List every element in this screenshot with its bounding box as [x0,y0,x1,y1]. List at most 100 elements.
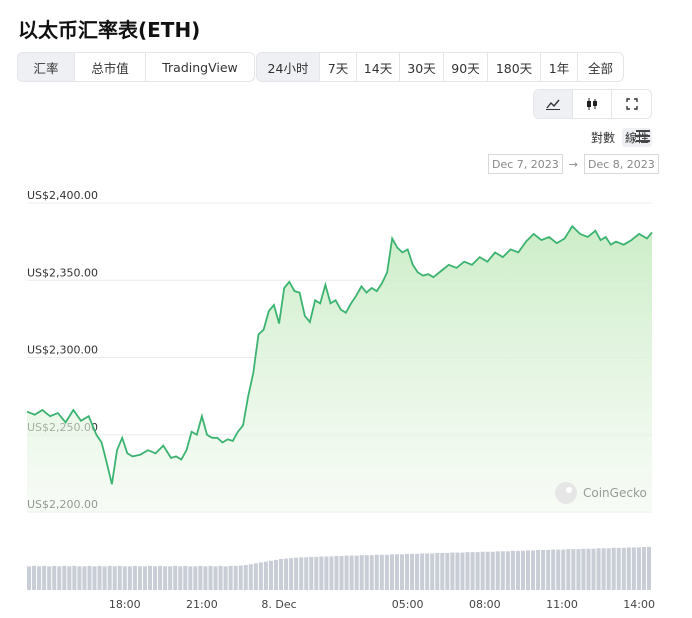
volume-bar [515,550,520,590]
volume-bar [536,550,541,590]
volume-bar [606,548,611,590]
volume-bar [475,552,480,590]
volume-bar [304,557,309,590]
volume-bar [153,566,158,590]
volume-bar [142,566,147,590]
volume-bar [611,547,616,590]
volume-bar [42,565,47,590]
volume-bar [450,552,455,590]
volume-bar [596,548,601,590]
volume-bar [369,555,374,590]
volume-bar [490,551,495,590]
volume-bar [112,566,117,590]
volume-bar [87,565,92,590]
x-axis-labels: 18:00 21:00 8. Dec 05:00 08:00 11:00 14:00 [109,598,655,611]
volume-bar [359,555,364,590]
volume-bar [102,566,107,590]
volume-bar [646,547,651,590]
volume-bar [208,565,213,590]
volume-bar [591,548,596,590]
volume-bar [440,553,445,590]
volume-bar [420,553,425,590]
volume-bar [556,549,561,590]
volume-bar [495,551,500,590]
volume-bar [168,566,173,590]
volume-bar [389,554,394,590]
x-tick-label: 8. Dec [261,598,296,611]
volume-bar [37,566,42,590]
volume-bar [47,566,52,590]
y-tick-label: US$2,400.00 [27,189,98,202]
volume-bar [289,558,294,590]
volume-bar [531,550,536,590]
volume-bar [405,553,410,590]
price-chart: US$2,400.00US$2,350.00US$2,300.00US$2,25… [26,189,655,611]
volume-bar [263,561,268,590]
coingecko-logo-icon [555,482,577,504]
volume-bar [541,550,546,590]
volume-bar [188,566,193,590]
volume-bar [349,555,354,590]
volume-bar [238,565,243,590]
volume-bar [546,550,551,590]
x-tick-label: 08:00 [469,598,501,611]
volume-bar [117,565,122,590]
volume-bar [384,554,389,590]
volume-bar [334,556,339,590]
volume-bar [505,551,510,590]
volume-bars [27,547,651,590]
volume-bar [173,565,178,590]
volume-bar [294,557,299,590]
volume-bar [410,553,415,590]
volume-bar [77,566,82,590]
volume-bar [122,566,127,590]
volume-bar [183,565,188,590]
volume-bar [57,566,62,590]
volume-bar [107,565,112,590]
volume-bar [132,565,137,590]
volume-bar [455,552,460,590]
volume-bar [626,547,631,590]
volume-bar [32,565,37,590]
volume-bar [460,552,465,590]
volume-bar [178,566,183,590]
volume-bar [72,565,77,590]
volume-bar [198,565,203,590]
volume-bar [581,548,586,590]
volume-bar [228,565,233,590]
volume-bar [566,549,571,590]
volume-bar [218,565,223,590]
volume-bar [243,565,248,590]
y-tick-label: US$2,300.00 [27,344,98,357]
volume-bar [203,566,208,590]
volume-bar [465,552,470,590]
volume-bar [485,551,490,590]
volume-bar [399,554,405,590]
volume-bar [374,554,379,590]
x-tick-label: 11:00 [546,598,578,611]
volume-bar [147,565,153,590]
volume-bar [601,548,606,590]
volume-bar [379,554,384,590]
volume-bar [97,565,102,590]
volume-bar [268,560,273,590]
volume-bar [576,549,581,590]
volume-bar [641,547,646,590]
volume-bar [223,566,228,590]
volume-bar [309,556,314,590]
volume-bar [137,566,142,590]
volume-bar [127,566,132,590]
volume-bar [344,555,349,590]
y-tick-label: US$2,350.00 [27,266,98,279]
volume-bar [329,556,334,590]
volume-bar [425,553,430,590]
volume-bar [62,565,67,590]
volume-bar [636,547,641,590]
volume-bar [525,550,531,590]
volume-bar [510,550,515,590]
volume-bar [158,565,163,590]
volume-bar [551,549,556,590]
volume-bar [279,559,284,590]
volume-bar [339,556,344,590]
x-tick-label: 05:00 [392,598,424,611]
